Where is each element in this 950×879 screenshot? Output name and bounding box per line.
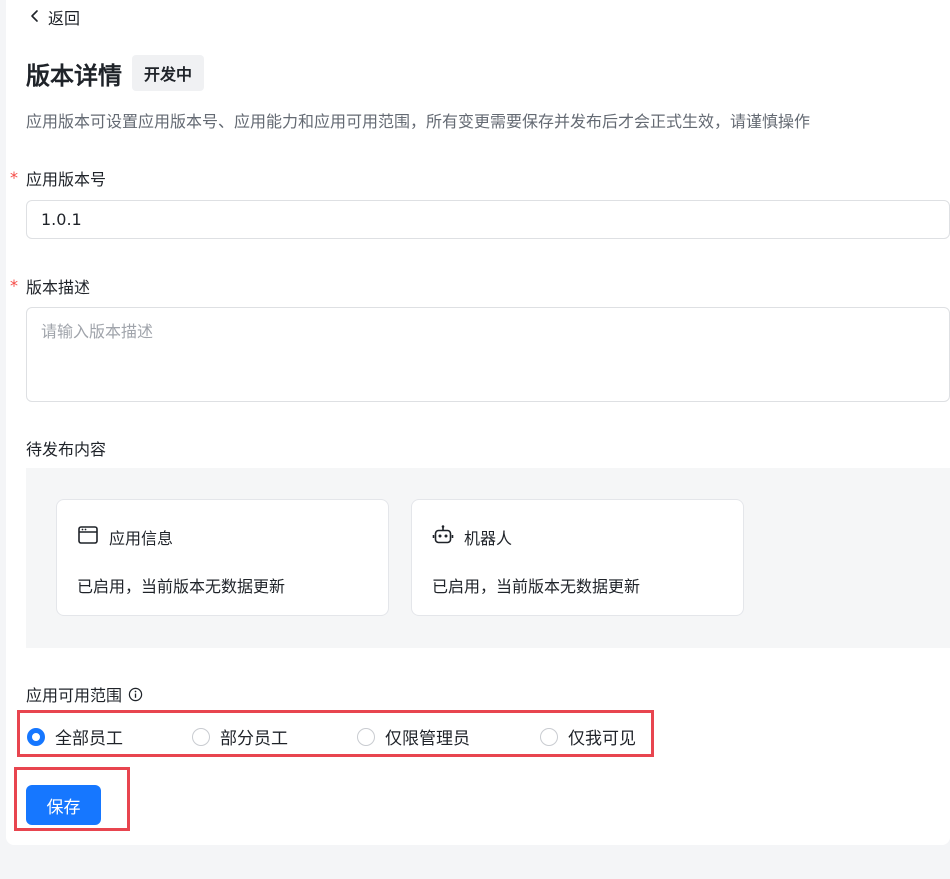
version-description-input[interactable]: 请输入版本描述: [26, 307, 950, 402]
feature-status: 已启用，当前版本无数据更新: [77, 577, 286, 596]
title-row: 版本详情 开发中: [26, 55, 205, 91]
feature-title: 机器人: [464, 529, 513, 548]
save-button[interactable]: 保存: [26, 785, 101, 825]
feature-title: 应用信息: [109, 529, 174, 548]
radio-icon: [192, 727, 210, 746]
radio-icon: [357, 727, 375, 746]
required-mark: *: [10, 276, 18, 295]
back-label: 返回: [48, 9, 81, 28]
app-window-icon: [77, 524, 99, 550]
status-badge: 开发中: [132, 55, 205, 91]
pending-content-label: 待发布内容: [26, 440, 107, 459]
scope-option-only-me[interactable]: 仅我可见: [540, 724, 636, 749]
version-number-label: 应用版本号: [26, 170, 107, 189]
page-title: 版本详情: [26, 61, 122, 90]
radio-selected-icon: [27, 727, 45, 746]
feature-card-robot: 机器人 已启用，当前版本无数据更新: [411, 499, 744, 616]
pending-content-panel: 应用信息 已启用，当前版本无数据更新 机器人 已启用，当前版本无数据更新: [26, 468, 950, 648]
radio-label: 部分员工: [220, 729, 288, 749]
scope-label: 应用可用范围: [26, 686, 123, 705]
page-description: 应用版本可设置应用版本号、应用能力和应用可用范围，所有变更需要保存并发布后才会正…: [26, 112, 811, 131]
scope-option-some-staff[interactable]: 部分员工: [192, 724, 288, 749]
radio-label: 仅我可见: [568, 729, 636, 749]
info-icon[interactable]: [128, 687, 143, 702]
chevron-left-icon: [28, 8, 42, 27]
required-mark: *: [10, 168, 18, 187]
feature-card-app-info: 应用信息 已启用，当前版本无数据更新: [56, 499, 389, 616]
robot-icon: [432, 524, 454, 550]
version-description-label: 版本描述: [26, 278, 91, 297]
scope-option-admins-only[interactable]: 仅限管理员: [357, 724, 470, 749]
back-link[interactable]: 返回: [28, 6, 80, 28]
scope-option-all-staff[interactable]: 全部员工: [27, 724, 123, 749]
scope-label-row: 应用可用范围: [26, 682, 143, 706]
version-number-input[interactable]: 1.0.1: [26, 200, 950, 239]
radio-label: 仅限管理员: [385, 729, 470, 749]
radio-label: 全部员工: [55, 729, 123, 749]
radio-icon: [540, 727, 558, 746]
feature-status: 已启用，当前版本无数据更新: [432, 577, 641, 596]
